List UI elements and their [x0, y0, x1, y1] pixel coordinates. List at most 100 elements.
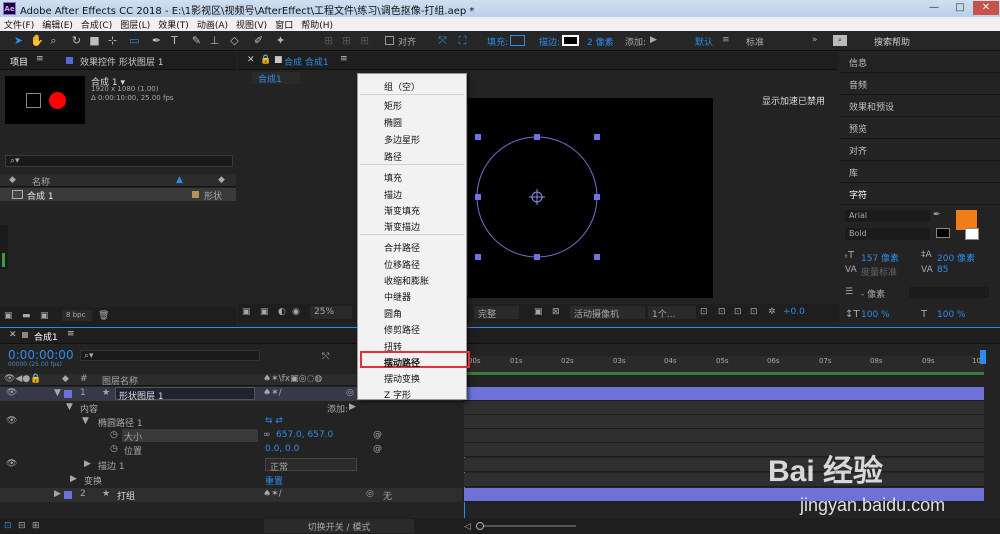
pen-tool-icon[interactable]: ✒ [150, 34, 163, 47]
time-ruler[interactable]: 00s 01s 02s 03s 04s 05s 06s 07s 08s 09s … [464, 356, 985, 372]
menu-fill[interactable]: 填充 [384, 171, 402, 184]
zoom-out-icon[interactable]: ◁ [464, 522, 471, 532]
workspace-standard[interactable]: 标准 [746, 35, 764, 48]
menu-repeater[interactable]: 中继器 [384, 290, 411, 303]
menu-zig-zag[interactable]: Z 字形 [384, 388, 411, 401]
lock-icon[interactable]: 🔒 [260, 55, 271, 65]
layer-switches[interactable]: ♠✶/ [263, 489, 282, 499]
timeline-tab[interactable]: 合成1 [34, 330, 58, 343]
maximize-icon[interactable]: □ [947, 1, 973, 15]
stopwatch-icon[interactable]: ◷ [110, 430, 118, 440]
puppet-tool-icon[interactable]: ✦ [274, 34, 287, 47]
handle-r[interactable] [594, 194, 600, 200]
panel-effects-presets[interactable]: 效果和预设 [849, 100, 894, 113]
close-timeline-icon[interactable]: ✕ [9, 330, 17, 340]
menu-composition[interactable]: 合成(C) [77, 17, 116, 31]
contents-row[interactable]: ▼ 内容 添加: ▶ [0, 401, 462, 415]
roto-brush-tool-icon[interactable]: ✐ [252, 34, 265, 47]
rectangle-tool-icon[interactable]: ▭ [128, 34, 141, 47]
collapse-arrow-icon[interactable]: ▶ [84, 459, 91, 469]
handle-tl[interactable] [475, 134, 481, 140]
menu-wiggle-transform[interactable]: 摆动变换 [384, 372, 420, 385]
comp-tab-menu-icon[interactable]: ≡ [340, 54, 348, 64]
pan-behind-tool-icon[interactable]: ⊹ [106, 34, 119, 47]
ellipse-shape[interactable] [468, 98, 713, 298]
panel-library[interactable]: 库 [849, 166, 858, 179]
quality-select[interactable]: 完整 [474, 306, 519, 320]
snapshot-icon[interactable]: ◐ [278, 307, 286, 317]
timeline-icon[interactable]: ⊡ [734, 307, 742, 317]
size-value[interactable]: 657.0, 657.0 [276, 430, 333, 440]
no-fill-swatch[interactable] [936, 228, 950, 238]
panel-audio[interactable]: 音频 [849, 78, 867, 91]
collapse-arrow-icon[interactable]: ▶ [54, 489, 61, 499]
layer-label-swatch[interactable] [64, 491, 72, 499]
expand-stretch-icon[interactable]: ⊞ [32, 521, 40, 531]
clone-stamp-tool-icon[interactable]: ⊥ [208, 34, 221, 47]
font-family-select[interactable]: Arial [845, 210, 930, 222]
timecode[interactable]: 0:00:00:00 [8, 348, 74, 362]
vertical-scale-value[interactable]: 100 % [861, 310, 890, 320]
parent-pickwhip-icon[interactable]: ◎ [366, 489, 374, 499]
panel-info[interactable]: 信息 [849, 56, 867, 69]
expand-arrow-icon[interactable]: ▼ [54, 388, 61, 398]
handle-b[interactable] [534, 254, 540, 260]
bpc-button[interactable]: 8 bpc [62, 310, 92, 321]
timeline-menu-icon[interactable]: ≡ [67, 329, 75, 339]
comp-tab[interactable]: 合成 合成1 [284, 55, 329, 68]
visibility-icon[interactable]: 👁 [6, 416, 17, 426]
zoom-tool-icon[interactable]: ⌕ [47, 34, 60, 47]
menu-gradient-fill[interactable]: 渐变填充 [384, 204, 420, 217]
snap-option-icon[interactable]: ⛶ [456, 34, 469, 47]
search-help-input[interactable]: 搜索帮助 [874, 35, 910, 48]
timeline-search-input[interactable]: ⌕▾ [80, 350, 260, 361]
expand-arrow-icon[interactable]: ▼ [66, 402, 73, 412]
visibility-icon[interactable]: 👁 [6, 459, 17, 469]
menu-trim-paths[interactable]: 修剪路径 [384, 323, 420, 336]
stroke-color-swatch[interactable] [965, 228, 979, 240]
leading-value[interactable]: 200 像素 [937, 251, 975, 264]
layer-label-swatch[interactable] [64, 390, 72, 398]
stroke-swatch[interactable] [562, 35, 579, 46]
menu-merge-paths[interactable]: 合并路径 [384, 241, 420, 254]
close-comp-tab-icon[interactable]: ✕ [247, 55, 255, 65]
layer-row-2[interactable]: ▶ 2 ★ 打组 ♠✶/ ◎ 无 [0, 488, 462, 502]
tab-project[interactable]: 项目 [10, 55, 28, 68]
expression-icon[interactable]: @ [373, 444, 382, 454]
tab-effect-controls[interactable]: 效果控件 形状图层 1 [80, 55, 163, 68]
stroke-row[interactable]: 👁 ▶ 描边 1 正常 [0, 458, 462, 473]
path-direction-icon[interactable]: ⇆ ⇄ [265, 416, 283, 426]
layer-1-track[interactable] [464, 387, 984, 401]
close-icon[interactable]: ✕ [973, 1, 999, 15]
menu-pucker-bloat[interactable]: 收缩和膨胀 [384, 274, 429, 287]
position-value[interactable]: 0.0, 0.0 [265, 444, 299, 454]
toggle-pixel-icon[interactable]: ⊡ [700, 307, 708, 317]
menu-stroke[interactable]: 描边 [384, 188, 402, 201]
exposure-icon[interactable]: ✲ [768, 307, 776, 317]
menu-round-corners[interactable]: 圆角 [384, 307, 402, 320]
preview-icon[interactable]: ▣ [260, 307, 269, 317]
menu-gradient-stroke[interactable]: 渐变描边 [384, 220, 420, 233]
add-content-icon[interactable]: ▶ [349, 402, 356, 412]
position-row[interactable]: ◷ 位置 0.0, 0.0 @ [0, 443, 462, 457]
handle-t[interactable] [534, 134, 540, 140]
align-checkbox[interactable] [385, 36, 394, 45]
parent-pickwhip-icon[interactable]: ◎ [346, 388, 354, 398]
toggle-switches-modes[interactable]: 切换开关 / 模式 [264, 519, 414, 533]
tab-project-menu-icon[interactable]: ≡ [36, 54, 44, 64]
selection-tool-icon[interactable]: ➤ [12, 34, 25, 47]
handle-tr[interactable] [594, 134, 600, 140]
eyedropper-icon[interactable]: ✒ [933, 210, 941, 220]
horizontal-scale-value[interactable]: 100 % [937, 310, 966, 320]
project-item-row[interactable]: 合成 1 形状 [0, 188, 236, 202]
comp-subtab[interactable]: 合成1 [252, 72, 300, 85]
expression-icon[interactable]: @ [373, 430, 382, 440]
views-select[interactable]: 1个... [648, 306, 696, 320]
menu-group-empty[interactable]: 组（空） [384, 80, 420, 93]
blend-mode-select[interactable]: 正常 [265, 458, 357, 473]
expand-arrow-icon[interactable]: ▼ [82, 416, 89, 426]
menu-layer[interactable]: 图层(L) [116, 17, 154, 31]
work-area-bar[interactable] [464, 372, 984, 375]
axis-world-icon[interactable]: ⊞ [340, 34, 353, 47]
label-col-icon[interactable]: ◆ [9, 175, 16, 185]
